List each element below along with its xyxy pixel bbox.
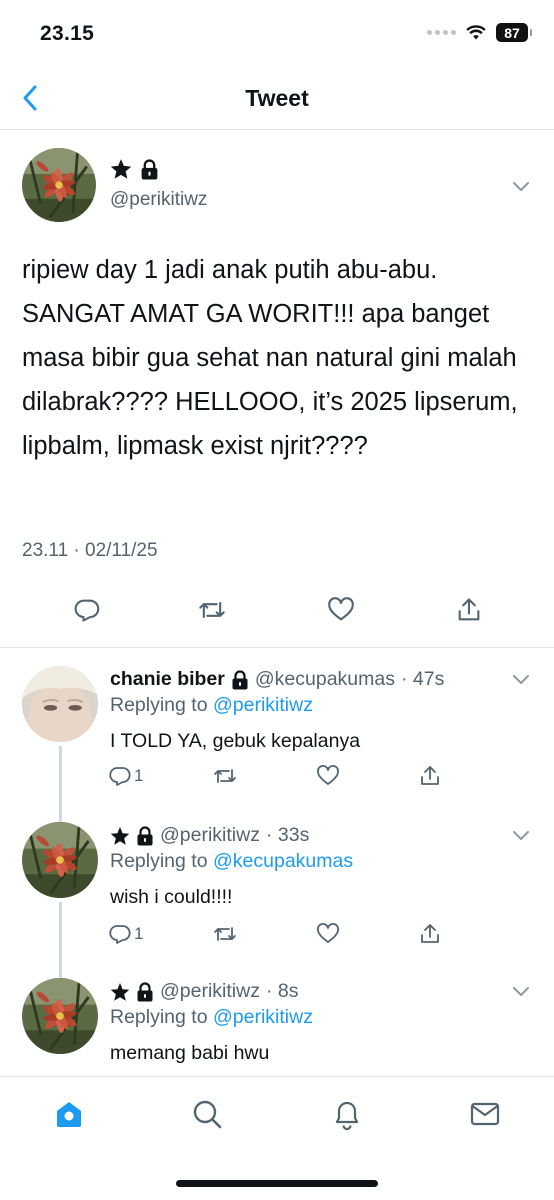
- like-button[interactable]: [316, 764, 340, 788]
- chevron-down-icon[interactable]: [512, 830, 530, 842]
- share-icon: [418, 764, 442, 788]
- reply-icon: [108, 922, 132, 946]
- share-button[interactable]: [418, 764, 442, 788]
- status-time: 23.15: [40, 22, 95, 45]
- replying-to: Replying to @perikitiwz: [110, 694, 313, 717]
- lock-icon: [231, 670, 249, 690]
- reply-display-name[interactable]: chanie biber: [110, 668, 225, 691]
- avatar[interactable]: [22, 148, 96, 222]
- reply-count: 1: [134, 924, 144, 943]
- like-button[interactable]: [316, 922, 340, 946]
- retweet-icon: [198, 596, 226, 624]
- reply-header: @perikitiwz · 8s: [110, 980, 299, 1003]
- chevron-down-icon[interactable]: [512, 674, 530, 686]
- reply-button[interactable]: 1: [108, 922, 143, 946]
- star-icon: [110, 826, 130, 846]
- signal-icon: [427, 30, 456, 35]
- replying-to: Replying to @kecupakumas: [110, 850, 353, 873]
- battery-icon: 87: [496, 23, 532, 42]
- heart-icon: [327, 596, 355, 624]
- star-icon: [110, 158, 132, 180]
- lock-icon: [136, 982, 154, 1002]
- reply-tweet[interactable]: chanie biber @kecupakumas · 47s Replying…: [0, 648, 554, 804]
- replying-to: Replying to @perikitiwz: [110, 1006, 313, 1029]
- star-icon: [110, 982, 130, 1002]
- share-button[interactable]: [455, 596, 483, 624]
- reply-header: chanie biber @kecupakumas · 47s: [110, 668, 444, 691]
- replying-to-label: Replying to: [110, 1006, 208, 1028]
- reply-age: · 47s: [400, 668, 445, 690]
- bell-icon: [335, 1101, 359, 1131]
- reply-text: I TOLD YA, gebuk kepalanya: [110, 730, 361, 752]
- tweet-text: ripiew day 1 jadi anak putih abu-abu. SA…: [22, 256, 518, 460]
- reply-tweet[interactable]: @perikitiwz · 33s Replying to @kecupakum…: [0, 804, 554, 960]
- reply-handle[interactable]: @perikitiwz: [160, 980, 260, 1003]
- retweet-icon: [213, 922, 237, 946]
- lock-icon: [136, 826, 154, 846]
- heart-icon: [316, 922, 340, 946]
- lock-icon: [140, 159, 159, 180]
- tweet-handle[interactable]: @perikitiwz: [110, 189, 207, 211]
- retweet-button[interactable]: [213, 764, 237, 788]
- tweet-actions: [0, 596, 554, 636]
- home-icon: [57, 1102, 81, 1127]
- tweet-timestamp[interactable]: 23.11 · 02/11/25: [22, 540, 158, 562]
- tab-home[interactable]: [52, 1097, 86, 1131]
- reply-age: · 8s: [265, 980, 299, 1002]
- avatar[interactable]: [22, 666, 98, 742]
- reply-icon: [73, 596, 101, 624]
- wifi-icon: [466, 24, 486, 39]
- home-indicator[interactable]: [176, 1180, 378, 1187]
- reply-text: memang babi hwu: [110, 1042, 270, 1064]
- like-button[interactable]: [327, 596, 355, 624]
- retweet-button[interactable]: [213, 922, 237, 946]
- replying-to-mention[interactable]: @kecupakumas: [213, 850, 353, 872]
- page-title: Tweet: [245, 85, 309, 111]
- status-bar: 23.15 87: [0, 0, 554, 68]
- reply-button[interactable]: [73, 596, 101, 624]
- main-tweet: @perikitiwz ripiew day 1 jadi anak putih…: [0, 130, 554, 648]
- nav-bar: Tweet: [0, 68, 554, 130]
- tab-search[interactable]: [190, 1097, 224, 1131]
- retweet-icon: [213, 764, 237, 788]
- tab-messages[interactable]: [468, 1097, 502, 1131]
- share-icon: [455, 596, 483, 624]
- avatar[interactable]: [22, 978, 98, 1054]
- chevron-down-icon[interactable]: [512, 986, 530, 998]
- share-icon: [418, 922, 442, 946]
- reply-handle[interactable]: @perikitiwz: [160, 824, 260, 847]
- reply-header: @perikitiwz · 33s: [110, 824, 309, 847]
- replying-to-label: Replying to: [110, 694, 208, 716]
- status-icons: 87: [427, 23, 532, 42]
- replying-to-label: Replying to: [110, 850, 208, 872]
- reply-handle[interactable]: @kecupakumas: [255, 668, 395, 691]
- tab-notifications[interactable]: [330, 1097, 364, 1131]
- search-icon: [193, 1100, 222, 1129]
- avatar[interactable]: [22, 822, 98, 898]
- display-name: [110, 158, 159, 180]
- reply-text: wish i could!!!!: [110, 886, 233, 908]
- reply-icon: [108, 764, 132, 788]
- chevron-down-icon[interactable]: [512, 181, 530, 193]
- replying-to-mention[interactable]: @perikitiwz: [213, 1006, 313, 1028]
- reply-button[interactable]: 1: [108, 764, 143, 788]
- retweet-button[interactable]: [198, 596, 226, 624]
- heart-icon: [316, 764, 340, 788]
- reply-age: · 33s: [265, 824, 310, 846]
- mail-icon: [470, 1102, 500, 1126]
- replying-to-mention[interactable]: @perikitiwz: [213, 694, 313, 716]
- reply-tweet[interactable]: @perikitiwz · 8s Replying to @perikitiwz…: [0, 960, 554, 1076]
- share-button[interactable]: [418, 922, 442, 946]
- reply-count: 1: [134, 766, 144, 785]
